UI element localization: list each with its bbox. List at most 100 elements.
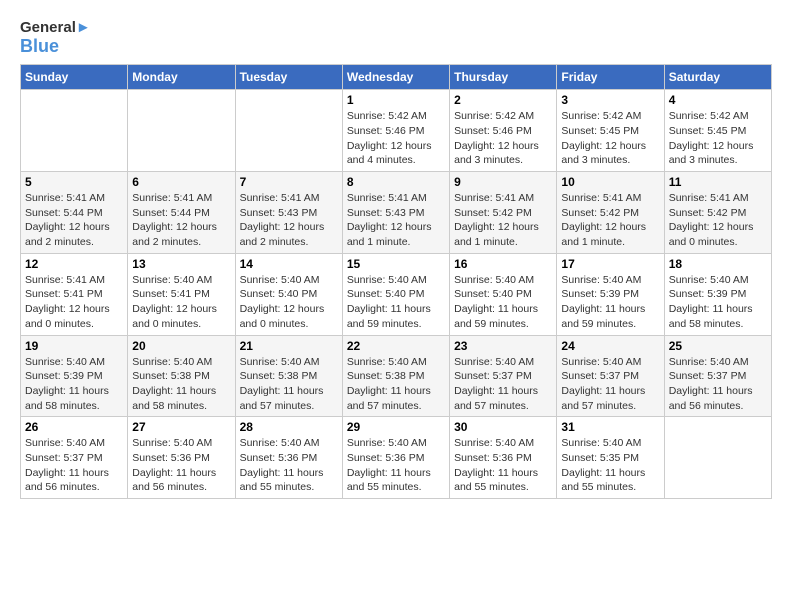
day-number: 24 <box>561 339 659 353</box>
day-number: 4 <box>669 93 767 107</box>
day-info: Sunrise: 5:40 AMSunset: 5:38 PMDaylight:… <box>240 355 338 414</box>
calendar-cell: 14 Sunrise: 5:40 AMSunset: 5:40 PMDayligh… <box>235 253 342 335</box>
day-number: 3 <box>561 93 659 107</box>
calendar-cell: 23 Sunrise: 5:40 AMSunset: 5:37 PMDayligh… <box>450 335 557 417</box>
day-number: 2 <box>454 93 552 107</box>
day-info: Sunrise: 5:40 AMSunset: 5:37 PMDaylight:… <box>454 355 552 414</box>
day-info: Sunrise: 5:40 AMSunset: 5:41 PMDaylight:… <box>132 273 230 332</box>
calendar-cell: 21 Sunrise: 5:40 AMSunset: 5:38 PMDayligh… <box>235 335 342 417</box>
calendar-cell: 20Sunrise: 5:40 AMSunset: 5:38 PMDayligh… <box>128 335 235 417</box>
calendar-table: SundayMondayTuesdayWednesdayThursdayFrid… <box>20 64 772 499</box>
day-number: 16 <box>454 257 552 271</box>
day-header-saturday: Saturday <box>664 65 771 90</box>
calendar-cell: 3 Sunrise: 5:42 AMSunset: 5:45 PMDaylight… <box>557 90 664 172</box>
logo-text: General► Blue <box>20 20 91 56</box>
day-info: Sunrise: 5:42 AMSunset: 5:46 PMDaylight:… <box>347 109 445 168</box>
day-header-wednesday: Wednesday <box>342 65 449 90</box>
day-number: 1 <box>347 93 445 107</box>
day-header-tuesday: Tuesday <box>235 65 342 90</box>
day-number: 11 <box>669 175 767 189</box>
day-info: Sunrise: 5:40 AMSunset: 5:36 PMDaylight:… <box>240 436 338 495</box>
day-number: 6 <box>132 175 230 189</box>
day-number: 14 <box>240 257 338 271</box>
calendar-cell: 13 Sunrise: 5:40 AMSunset: 5:41 PMDayligh… <box>128 253 235 335</box>
calendar-cell: 11 Sunrise: 5:41 AMSunset: 5:42 PMDayligh… <box>664 172 771 254</box>
calendar-week-5: 26 Sunrise: 5:40 AMSunset: 5:37 PMDayligh… <box>21 417 772 499</box>
day-number: 19 <box>25 339 123 353</box>
day-number: 26 <box>25 420 123 434</box>
calendar-cell: 22Sunrise: 5:40 AMSunset: 5:38 PMDayligh… <box>342 335 449 417</box>
calendar-cell: 9 Sunrise: 5:41 AMSunset: 5:42 PMDaylight… <box>450 172 557 254</box>
calendar-header-row: SundayMondayTuesdayWednesdayThursdayFrid… <box>21 65 772 90</box>
calendar-week-1: 1 Sunrise: 5:42 AMSunset: 5:46 PMDaylight… <box>21 90 772 172</box>
day-info: Sunrise: 5:40 AMSunset: 5:40 PMDaylight:… <box>240 273 338 332</box>
calendar-cell: 27Sunrise: 5:40 AMSunset: 5:36 PMDayligh… <box>128 417 235 499</box>
day-info: Sunrise: 5:41 AMSunset: 5:42 PMDaylight:… <box>669 191 767 250</box>
calendar-cell: 4 Sunrise: 5:42 AMSunset: 5:45 PMDaylight… <box>664 90 771 172</box>
day-info: Sunrise: 5:40 AMSunset: 5:40 PMDaylight:… <box>454 273 552 332</box>
day-header-monday: Monday <box>128 65 235 90</box>
calendar-cell <box>21 90 128 172</box>
day-number: 10 <box>561 175 659 189</box>
day-number: 7 <box>240 175 338 189</box>
day-number: 21 <box>240 339 338 353</box>
day-info: Sunrise: 5:40 AMSunset: 5:36 PMDaylight:… <box>454 436 552 495</box>
calendar-cell: 17Sunrise: 5:40 AMSunset: 5:39 PMDayligh… <box>557 253 664 335</box>
calendar-cell: 15 Sunrise: 5:40 AMSunset: 5:40 PMDayligh… <box>342 253 449 335</box>
calendar-cell: 30 Sunrise: 5:40 AMSunset: 5:36 PMDayligh… <box>450 417 557 499</box>
calendar-cell: 24 Sunrise: 5:40 AMSunset: 5:37 PMDayligh… <box>557 335 664 417</box>
calendar-cell: 8Sunrise: 5:41 AMSunset: 5:43 PMDaylight… <box>342 172 449 254</box>
day-info: Sunrise: 5:40 AMSunset: 5:37 PMDaylight:… <box>25 436 123 495</box>
calendar-cell: 12Sunrise: 5:41 AMSunset: 5:41 PMDayligh… <box>21 253 128 335</box>
calendar-cell: 25Sunrise: 5:40 AMSunset: 5:37 PMDayligh… <box>664 335 771 417</box>
day-info: Sunrise: 5:40 AMSunset: 5:37 PMDaylight:… <box>561 355 659 414</box>
calendar-body: 1 Sunrise: 5:42 AMSunset: 5:46 PMDaylight… <box>21 90 772 499</box>
day-number: 5 <box>25 175 123 189</box>
calendar-cell <box>128 90 235 172</box>
calendar-cell: 26 Sunrise: 5:40 AMSunset: 5:37 PMDayligh… <box>21 417 128 499</box>
calendar-cell: 28Sunrise: 5:40 AMSunset: 5:36 PMDayligh… <box>235 417 342 499</box>
day-info: Sunrise: 5:40 AMSunset: 5:36 PMDaylight:… <box>347 436 445 495</box>
day-info: Sunrise: 5:40 AMSunset: 5:35 PMDaylight:… <box>561 436 659 495</box>
calendar-cell: 5 Sunrise: 5:41 AMSunset: 5:44 PMDaylight… <box>21 172 128 254</box>
day-number: 8 <box>347 175 445 189</box>
day-number: 9 <box>454 175 552 189</box>
day-info: Sunrise: 5:40 AMSunset: 5:37 PMDaylight:… <box>669 355 767 414</box>
day-number: 30 <box>454 420 552 434</box>
day-number: 17 <box>561 257 659 271</box>
day-info: Sunrise: 5:41 AMSunset: 5:43 PMDaylight:… <box>240 191 338 250</box>
calendar-cell: 31 Sunrise: 5:40 AMSunset: 5:35 PMDayligh… <box>557 417 664 499</box>
day-number: 27 <box>132 420 230 434</box>
day-header-sunday: Sunday <box>21 65 128 90</box>
calendar-cell: 19Sunrise: 5:40 AMSunset: 5:39 PMDayligh… <box>21 335 128 417</box>
calendar-cell: 2Sunrise: 5:42 AMSunset: 5:46 PMDaylight… <box>450 90 557 172</box>
calendar-cell: 10 Sunrise: 5:41 AMSunset: 5:42 PMDayligh… <box>557 172 664 254</box>
day-info: Sunrise: 5:42 AMSunset: 5:45 PMDaylight:… <box>561 109 659 168</box>
day-header-friday: Friday <box>557 65 664 90</box>
day-info: Sunrise: 5:41 AMSunset: 5:41 PMDaylight:… <box>25 273 123 332</box>
day-number: 23 <box>454 339 552 353</box>
day-info: Sunrise: 5:40 AMSunset: 5:38 PMDaylight:… <box>132 355 230 414</box>
day-info: Sunrise: 5:41 AMSunset: 5:42 PMDaylight:… <box>454 191 552 250</box>
calendar-cell: 6 Sunrise: 5:41 AMSunset: 5:44 PMDaylight… <box>128 172 235 254</box>
calendar-week-3: 12Sunrise: 5:41 AMSunset: 5:41 PMDayligh… <box>21 253 772 335</box>
day-info: Sunrise: 5:41 AMSunset: 5:44 PMDaylight:… <box>132 191 230 250</box>
day-number: 31 <box>561 420 659 434</box>
calendar-cell: 16 Sunrise: 5:40 AMSunset: 5:40 PMDayligh… <box>450 253 557 335</box>
calendar-week-2: 5 Sunrise: 5:41 AMSunset: 5:44 PMDaylight… <box>21 172 772 254</box>
day-info: Sunrise: 5:40 AMSunset: 5:40 PMDaylight:… <box>347 273 445 332</box>
day-info: Sunrise: 5:40 AMSunset: 5:38 PMDaylight:… <box>347 355 445 414</box>
day-number: 15 <box>347 257 445 271</box>
calendar-cell: 18 Sunrise: 5:40 AMSunset: 5:39 PMDayligh… <box>664 253 771 335</box>
logo: General► Blue <box>20 20 91 56</box>
page-header: General► Blue <box>20 20 772 56</box>
day-info: Sunrise: 5:42 AMSunset: 5:45 PMDaylight:… <box>669 109 767 168</box>
day-number: 13 <box>132 257 230 271</box>
day-header-thursday: Thursday <box>450 65 557 90</box>
day-info: Sunrise: 5:40 AMSunset: 5:39 PMDaylight:… <box>669 273 767 332</box>
calendar-week-4: 19Sunrise: 5:40 AMSunset: 5:39 PMDayligh… <box>21 335 772 417</box>
day-info: Sunrise: 5:41 AMSunset: 5:44 PMDaylight:… <box>25 191 123 250</box>
day-number: 18 <box>669 257 767 271</box>
day-info: Sunrise: 5:41 AMSunset: 5:42 PMDaylight:… <box>561 191 659 250</box>
calendar-cell: 29Sunrise: 5:40 AMSunset: 5:36 PMDayligh… <box>342 417 449 499</box>
